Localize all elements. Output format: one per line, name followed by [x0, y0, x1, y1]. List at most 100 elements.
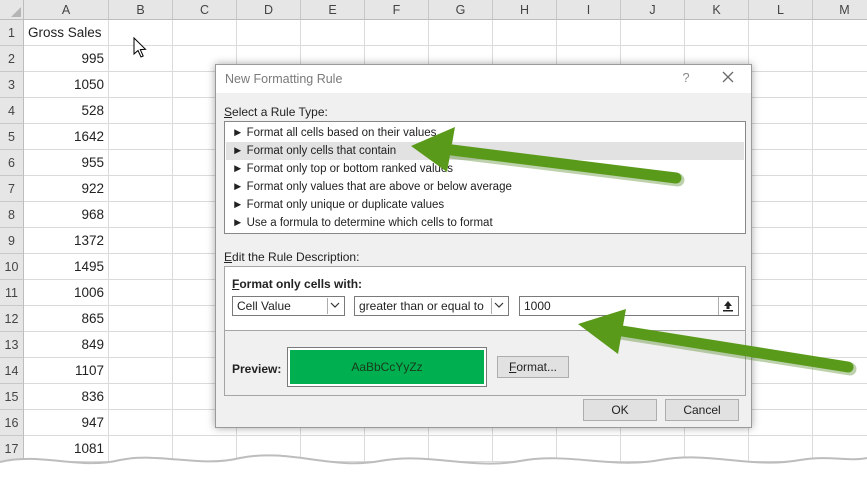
row-header[interactable]: 9	[0, 228, 24, 254]
cell-a[interactable]: 955	[24, 150, 109, 176]
operator-select[interactable]: greater than or equal to	[354, 296, 509, 316]
condition-type-dropdown-button[interactable]	[327, 298, 343, 314]
cell-c[interactable]	[173, 436, 237, 462]
cell-l[interactable]	[749, 384, 813, 410]
rule-type-item[interactable]: ► Format only values that are above or b…	[226, 178, 744, 196]
cell-b[interactable]	[109, 72, 173, 98]
cell-f[interactable]	[365, 20, 429, 46]
cell-j[interactable]	[621, 20, 685, 46]
cell-l[interactable]	[749, 280, 813, 306]
cell-b[interactable]	[109, 436, 173, 462]
column-header-a[interactable]: A	[24, 0, 109, 20]
cell-m[interactable]	[813, 332, 867, 358]
cell-a[interactable]: 1050	[24, 72, 109, 98]
cell-g[interactable]	[429, 20, 493, 46]
cell-a[interactable]: 1081	[24, 436, 109, 462]
cell-e[interactable]	[301, 436, 365, 462]
cell-l[interactable]	[749, 228, 813, 254]
cell-a[interactable]: 922	[24, 176, 109, 202]
cell-l[interactable]	[749, 202, 813, 228]
cell-l[interactable]	[749, 410, 813, 436]
cell-m[interactable]	[813, 306, 867, 332]
cell-m[interactable]	[813, 124, 867, 150]
cell-l[interactable]	[749, 98, 813, 124]
dialog-titlebar[interactable]: New Formatting Rule ?	[216, 65, 751, 93]
column-header-j[interactable]: J	[621, 0, 685, 20]
row-header[interactable]: 15	[0, 384, 24, 410]
column-header-f[interactable]: F	[365, 0, 429, 20]
cell-m[interactable]	[813, 176, 867, 202]
cell-l[interactable]	[749, 306, 813, 332]
cell-l[interactable]	[749, 254, 813, 280]
row-header[interactable]: 16	[0, 410, 24, 436]
cell-m[interactable]	[813, 436, 867, 462]
cell-m[interactable]	[813, 384, 867, 410]
cell-k[interactable]	[685, 436, 749, 462]
cell-a[interactable]: 1107	[24, 358, 109, 384]
cell-a[interactable]: 1495	[24, 254, 109, 280]
format-button[interactable]: Format...	[497, 356, 569, 378]
cell-a[interactable]: 947	[24, 410, 109, 436]
cell-m[interactable]	[813, 46, 867, 72]
ok-button[interactable]: OK	[583, 399, 657, 421]
cell-b[interactable]	[109, 306, 173, 332]
cell-b[interactable]	[109, 410, 173, 436]
cell-a[interactable]: 849	[24, 332, 109, 358]
cell-c[interactable]	[173, 20, 237, 46]
cell-a[interactable]: 968	[24, 202, 109, 228]
cell-a[interactable]: 865	[24, 306, 109, 332]
row-header[interactable]: 5	[0, 124, 24, 150]
cell-l[interactable]	[749, 436, 813, 462]
cell-a[interactable]: 1642	[24, 124, 109, 150]
cell-b[interactable]	[109, 228, 173, 254]
cell-e[interactable]	[301, 20, 365, 46]
column-header-e[interactable]: E	[301, 0, 365, 20]
cell-b[interactable]	[109, 176, 173, 202]
cell-b[interactable]	[109, 46, 173, 72]
rule-type-list[interactable]: ► Format all cells based on their values…	[224, 121, 746, 234]
cell-b[interactable]	[109, 332, 173, 358]
row-header[interactable]: 8	[0, 202, 24, 228]
cell-m[interactable]	[813, 150, 867, 176]
select-all-corner[interactable]	[0, 0, 24, 20]
row-header[interactable]: 4	[0, 98, 24, 124]
cell-d[interactable]	[237, 20, 301, 46]
cell-m[interactable]	[813, 98, 867, 124]
cell-m[interactable]	[813, 202, 867, 228]
value-input[interactable]: 1000	[519, 296, 739, 316]
cell-m[interactable]	[813, 410, 867, 436]
cell-a[interactable]: 528	[24, 98, 109, 124]
operator-dropdown-button[interactable]	[491, 298, 507, 314]
cell-a[interactable]: 836	[24, 384, 109, 410]
rule-type-item[interactable]: ► Format all cells based on their values	[226, 124, 744, 142]
column-header-i[interactable]: I	[557, 0, 621, 20]
cell-b[interactable]	[109, 280, 173, 306]
cell-b[interactable]	[109, 150, 173, 176]
cell-k[interactable]	[685, 20, 749, 46]
cell-l[interactable]	[749, 176, 813, 202]
cell-a[interactable]: 1372	[24, 228, 109, 254]
column-header-d[interactable]: D	[237, 0, 301, 20]
cell-m[interactable]	[813, 254, 867, 280]
column-header-l[interactable]: L	[749, 0, 813, 20]
row-header[interactable]: 12	[0, 306, 24, 332]
row-header[interactable]: 1	[0, 20, 24, 46]
cell-b[interactable]	[109, 20, 173, 46]
column-header-m[interactable]: M	[813, 0, 867, 20]
cell-m[interactable]	[813, 280, 867, 306]
row-header[interactable]: 13	[0, 332, 24, 358]
cell-m[interactable]	[813, 358, 867, 384]
cell-m[interactable]	[813, 228, 867, 254]
cancel-button[interactable]: Cancel	[665, 399, 739, 421]
row-header[interactable]: 2	[0, 46, 24, 72]
cell-l[interactable]	[749, 46, 813, 72]
cell-l[interactable]	[749, 72, 813, 98]
cell-i[interactable]	[557, 436, 621, 462]
cell-b[interactable]	[109, 124, 173, 150]
cell-b[interactable]	[109, 384, 173, 410]
cell-l[interactable]	[749, 358, 813, 384]
cell-a[interactable]: Gross Sales	[24, 20, 109, 46]
cell-l[interactable]	[749, 124, 813, 150]
cell-h[interactable]	[493, 20, 557, 46]
row-header[interactable]: 3	[0, 72, 24, 98]
